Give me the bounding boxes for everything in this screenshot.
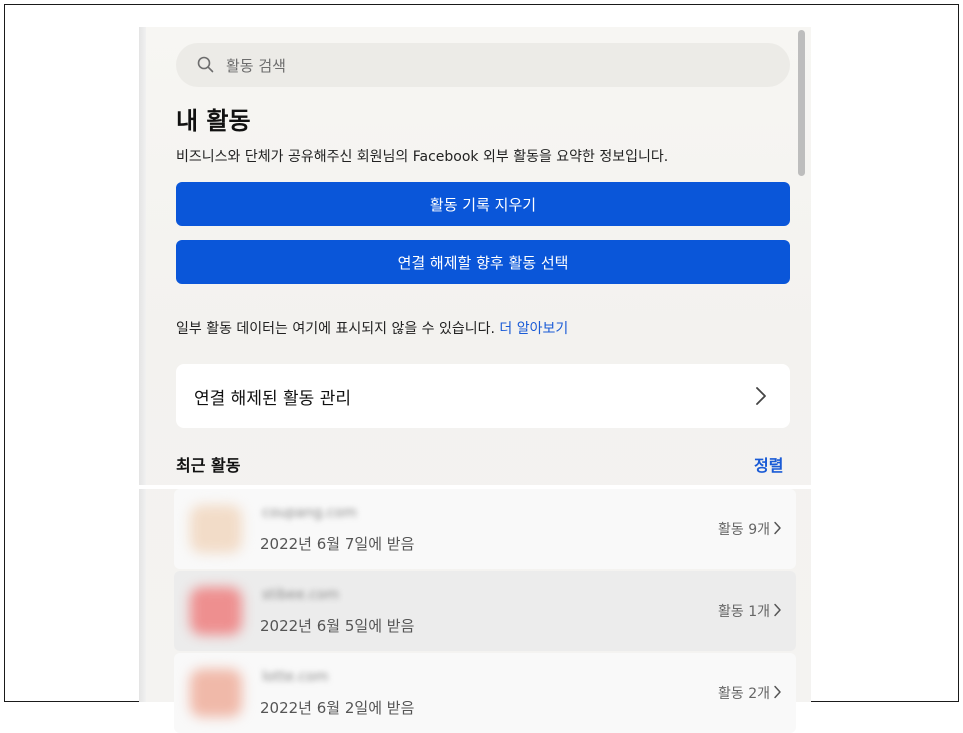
activity-count: 활동 2개 xyxy=(718,686,770,702)
site-domain: coupang.com xyxy=(262,505,357,521)
search-icon xyxy=(197,56,214,73)
recent-activity-title: 최근 활동 xyxy=(176,456,241,475)
site-thumbnail xyxy=(190,587,242,635)
site-domain: lotte.com xyxy=(262,669,329,685)
manage-disconnected-activity-label: 연결 해제된 활동 관리 xyxy=(194,388,351,409)
activity-row[interactable]: coupang.com 2022년 6월 7일에 받음 활동 9개 xyxy=(174,489,796,569)
clear-history-button[interactable]: 활동 기록 지우기 xyxy=(176,182,790,226)
activity-row[interactable]: stibee.com 2022년 6월 5일에 받음 활동 1개 xyxy=(174,571,796,651)
received-date: 2022년 6월 5일에 받음 xyxy=(260,617,415,635)
chevron-right-icon xyxy=(774,685,781,699)
chevron-right-icon xyxy=(774,521,781,535)
search-placeholder: 활동 검색 xyxy=(226,56,286,75)
chevron-right-icon xyxy=(756,387,766,405)
page-title: 내 활동 xyxy=(176,107,251,135)
activity-row[interactable]: lotte.com 2022년 6월 2일에 받음 활동 2개 xyxy=(174,653,796,733)
site-domain: stibee.com xyxy=(262,587,340,603)
learn-more-link[interactable]: 더 알아보기 xyxy=(499,321,568,337)
data-notice: 일부 활동 데이터는 여기에 표시되지 않을 수 있습니다. 더 알아보기 xyxy=(176,318,568,338)
received-date: 2022년 6월 7일에 받음 xyxy=(260,535,415,553)
disconnect-future-activity-button[interactable]: 연결 해제할 향후 활동 선택 xyxy=(176,240,790,284)
screen-edge xyxy=(139,27,146,702)
page-subtitle: 비즈니스와 단체가 공유해주신 회원님의 Facebook 외부 활동을 요약한… xyxy=(176,149,669,165)
data-notice-text: 일부 활동 데이터는 여기에 표시되지 않을 수 있습니다. xyxy=(176,321,495,337)
activity-count: 활동 1개 xyxy=(718,604,770,620)
search-input[interactable]: 활동 검색 xyxy=(176,43,790,87)
activity-count: 활동 9개 xyxy=(718,522,770,538)
manage-disconnected-activity-row[interactable]: 연결 해제된 활동 관리 xyxy=(176,364,790,428)
received-date: 2022년 6월 2일에 받음 xyxy=(260,699,415,717)
scrollbar[interactable] xyxy=(798,30,805,176)
sort-button[interactable]: 정렬 xyxy=(754,452,783,476)
chevron-right-icon xyxy=(774,603,781,617)
site-thumbnail xyxy=(190,669,242,717)
site-thumbnail xyxy=(190,505,242,553)
